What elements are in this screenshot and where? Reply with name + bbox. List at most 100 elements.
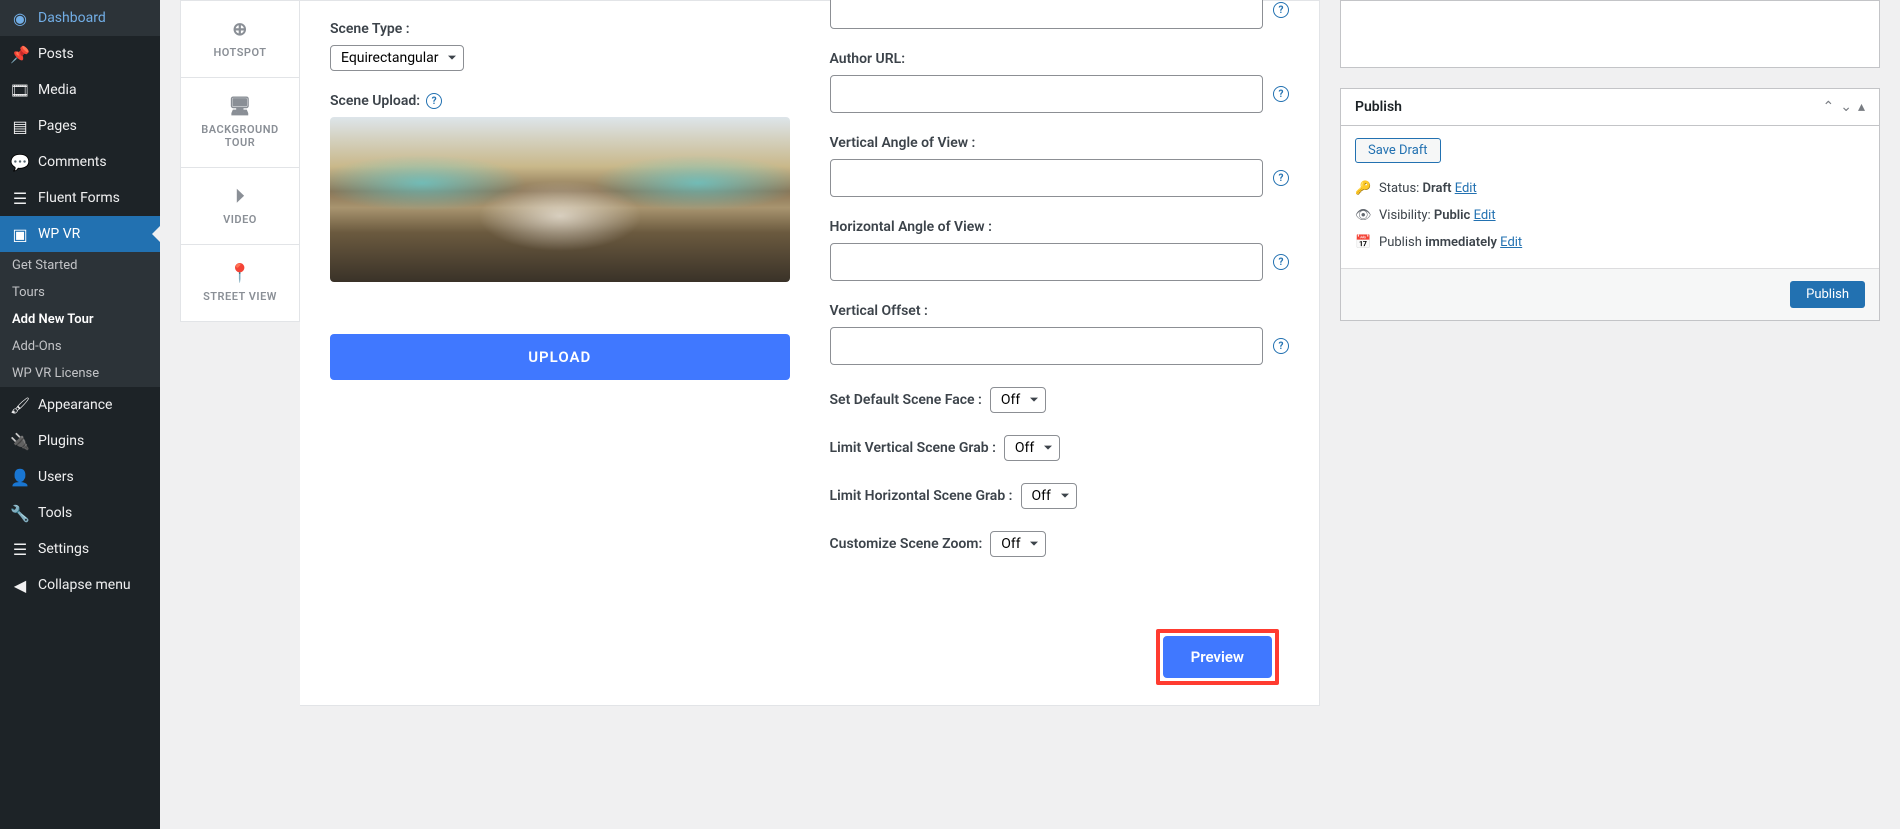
menu-label: Tools — [38, 505, 72, 521]
publish-header: Publish ⌃ ⌄ ▴ — [1341, 89, 1879, 126]
author-url-label: Author URL: — [830, 51, 1290, 67]
menu-wp-vr[interactable]: ▣WP VR — [0, 216, 160, 252]
customize-zoom-select[interactable]: Off — [990, 531, 1046, 557]
publish-button[interactable]: Publish — [1790, 281, 1865, 308]
wp-admin-sidebar: ◉Dashboard 📌 Posts 🎞Media ▤Pages 💬 Comment… — [0, 0, 160, 829]
vertical-tabs: ⊕HOTSPOT 🖥BACKGROUND TOUR ⏵ VIDEO 📍 STREET… — [180, 0, 300, 322]
chevron-down-icon[interactable]: ⌄ — [1840, 99, 1852, 115]
info-icon[interactable]: ? — [1273, 86, 1289, 102]
vertical-offset-input[interactable] — [830, 327, 1264, 365]
customize-zoom-label: Customize Scene Zoom: — [830, 536, 983, 552]
menu-label: WP VR — [38, 226, 80, 242]
tab-label: VIDEO — [223, 213, 257, 226]
info-icon[interactable]: ? — [1273, 2, 1289, 18]
publish-body: Save Draft 🔑 Status: Draft Edit 👁 Visibi… — [1341, 126, 1879, 268]
left-column: Scene Type : Equirectangular Scene Uploa… — [330, 21, 790, 579]
eye-icon: 👁 — [1355, 208, 1371, 223]
upload-button[interactable]: UPLOAD — [330, 334, 790, 380]
top-input[interactable] — [830, 0, 1264, 29]
menu-label: Comments — [38, 154, 107, 170]
author-url-input[interactable] — [830, 75, 1264, 113]
sub-get-started[interactable]: Get Started — [0, 252, 160, 279]
menu-tools[interactable]: 🔧 Tools — [0, 495, 160, 531]
info-icon[interactable]: ? — [426, 93, 442, 109]
wp-vr-submenu: Get Started Tours Add New Tour Add-Ons W… — [0, 252, 160, 387]
limit-vertical-select[interactable]: Off — [1004, 435, 1060, 461]
menu-label: Posts — [38, 46, 74, 62]
menu-collapse[interactable]: ◀ Collapse menu — [0, 567, 160, 603]
horizontal-angle-label: Horizontal Angle of View : — [830, 219, 1290, 235]
tab-video[interactable]: ⏵ VIDEO — [181, 168, 299, 245]
menu-label: Plugins — [38, 433, 84, 449]
publish-footer: Publish — [1341, 268, 1879, 320]
sub-tours[interactable]: Tours — [0, 279, 160, 306]
right-column: ? Author URL: ? Vertical Angle of View : — [830, 21, 1290, 579]
tab-hotspot[interactable]: ⊕HOTSPOT — [181, 1, 299, 78]
menu-label: Fluent Forms — [38, 190, 120, 206]
menu-plugins[interactable]: 🔌Plugins — [0, 423, 160, 459]
pages-icon: ▤ — [10, 116, 30, 136]
menu-posts[interactable]: 📌 Posts — [0, 36, 160, 72]
vertical-angle-input[interactable] — [830, 159, 1264, 197]
comments-icon: 💬 — [10, 152, 30, 172]
menu-label: Appearance — [38, 397, 112, 413]
edit-status-link[interactable]: Edit — [1455, 181, 1477, 196]
video-icon: ⏵ — [189, 186, 291, 207]
menu-dashboard[interactable]: ◉Dashboard — [0, 0, 160, 36]
limit-horizontal-select[interactable]: Off — [1021, 483, 1077, 509]
status-label: Status: — [1379, 181, 1423, 196]
default-face-select[interactable]: Off — [990, 387, 1046, 413]
menu-appearance[interactable]: 🖌Appearance — [0, 387, 160, 423]
media-icon: 🎞 — [10, 80, 30, 100]
menu-users[interactable]: 👤Users — [0, 459, 160, 495]
menu-pages[interactable]: ▤Pages — [0, 108, 160, 144]
edit-visibility-link[interactable]: Edit — [1474, 208, 1496, 223]
empty-metabox — [1340, 0, 1880, 68]
info-icon[interactable]: ? — [1273, 338, 1289, 354]
menu-fluent-forms[interactable]: ☰ Fluent Forms — [0, 180, 160, 216]
info-icon[interactable]: ? — [1273, 170, 1289, 186]
publish-value: immediately — [1425, 235, 1497, 250]
main-area: ⊕HOTSPOT 🖥BACKGROUND TOUR ⏵ VIDEO 📍 STREET… — [160, 0, 1900, 829]
default-face-label: Set Default Scene Face : — [830, 392, 982, 408]
tab-label: STREET VIEW — [203, 290, 277, 303]
pin-icon: 📍 — [189, 263, 291, 284]
calendar-icon: 📅 — [1355, 235, 1371, 250]
save-draft-button[interactable]: Save Draft — [1355, 138, 1441, 163]
editor-panel: ⊕HOTSPOT 🖥BACKGROUND TOUR ⏵ VIDEO 📍 STREET… — [180, 0, 1320, 829]
collapse-icon: ◀ — [10, 575, 30, 595]
menu-media[interactable]: 🎞Media — [0, 72, 160, 108]
visibility-value: Public — [1434, 208, 1470, 223]
info-icon[interactable]: ? — [1273, 254, 1289, 270]
publish-title: Publish — [1355, 99, 1402, 115]
scene-type-select[interactable]: Equirectangular — [330, 45, 464, 71]
scene-upload-label: Scene Upload: — [330, 93, 420, 109]
scene-preview-image — [330, 117, 790, 282]
menu-label: Collapse menu — [38, 577, 131, 593]
settings-icon: ☰ — [10, 539, 30, 559]
menu-label: Dashboard — [38, 10, 106, 26]
chevron-up-icon[interactable]: ⌃ — [1823, 99, 1835, 115]
tab-street-view[interactable]: 📍 STREET VIEW — [181, 245, 299, 321]
edit-schedule-link[interactable]: Edit — [1500, 235, 1522, 250]
pin-icon: 📌 — [10, 44, 30, 64]
visibility-line: 👁 Visibility: Public Edit — [1355, 202, 1865, 229]
limit-horizontal-label: Limit Horizontal Scene Grab : — [830, 488, 1013, 504]
preview-button[interactable]: Preview — [1163, 636, 1272, 678]
vertical-angle-label: Vertical Angle of View : — [830, 135, 1290, 151]
vertical-offset-label: Vertical Offset : — [830, 303, 1290, 319]
tab-background-tour[interactable]: 🖥BACKGROUND TOUR — [181, 78, 299, 168]
forms-icon: ☰ — [10, 188, 30, 208]
preview-highlight-box: Preview — [1156, 629, 1279, 685]
publish-sidebar: Publish ⌃ ⌄ ▴ Save Draft 🔑 Status: Draft… — [1340, 0, 1880, 829]
key-icon: 🔑 — [1355, 181, 1371, 196]
menu-settings[interactable]: ☰Settings — [0, 531, 160, 567]
tools-icon: 🔧 — [10, 503, 30, 523]
content-panel: Scene Type : Equirectangular Scene Uploa… — [300, 0, 1320, 706]
sub-addons[interactable]: Add-Ons — [0, 333, 160, 360]
sub-add-new-tour[interactable]: Add New Tour — [0, 306, 160, 333]
triangle-up-icon[interactable]: ▴ — [1858, 99, 1865, 115]
horizontal-angle-input[interactable] — [830, 243, 1264, 281]
sub-license[interactable]: WP VR License — [0, 360, 160, 387]
menu-comments[interactable]: 💬 Comments — [0, 144, 160, 180]
